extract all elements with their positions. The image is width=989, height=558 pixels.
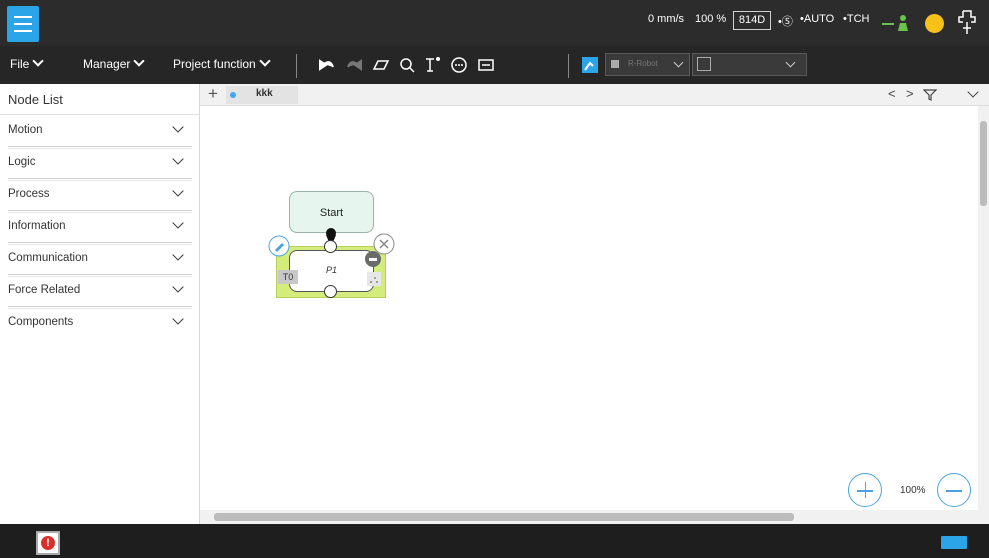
status-light-icon[interactable]: [925, 14, 944, 33]
sidebar-item-communication[interactable]: Communication: [8, 243, 192, 277]
sidebar-item-components[interactable]: Components: [8, 307, 192, 339]
chevron-down-icon: [673, 57, 684, 68]
flow-canvas[interactable]: [200, 106, 979, 510]
alarm-icon[interactable]: !: [36, 531, 60, 555]
scroll-thumb[interactable]: [214, 513, 794, 521]
tool-indicator: •TCH: [843, 13, 870, 25]
scroll-thumb[interactable]: [980, 121, 987, 206]
robot-arm-status-icon[interactable]: [882, 13, 914, 33]
tool-tag: T0: [278, 270, 298, 284]
keyboard-icon[interactable]: [941, 536, 967, 549]
input-port[interactable]: [324, 240, 337, 253]
redo-icon[interactable]: [345, 55, 365, 75]
chevron-down-icon: [172, 121, 184, 133]
status-code-badge[interactable]: 814D: [733, 11, 771, 30]
filter-icon[interactable]: [923, 88, 937, 102]
chevron-down-icon: [172, 217, 184, 229]
manager-menu[interactable]: Manager: [83, 55, 146, 71]
chevron-down-icon: [172, 153, 184, 165]
node-list-panel: Node List Motion Logic Process Informati…: [0, 84, 200, 524]
robot-connection-icon[interactable]: [952, 8, 982, 36]
chevron-down-icon: [172, 281, 184, 293]
chevron-down-icon[interactable]: [967, 86, 979, 98]
safety-indicator: •Ⓢ: [778, 16, 793, 28]
bottom-bar: !: [0, 524, 989, 558]
zoom-out-button[interactable]: [937, 473, 971, 507]
zoom-in-button[interactable]: [848, 473, 882, 507]
tab-next-button[interactable]: >: [906, 86, 914, 101]
modified-dot-icon: [230, 92, 236, 98]
sidebar-item-process[interactable]: Process: [8, 179, 192, 213]
node-list-title: Node List: [8, 92, 63, 107]
divider: [296, 54, 297, 78]
teach-point-icon[interactable]: [422, 55, 442, 75]
search-icon[interactable]: [397, 55, 417, 75]
speed-readout: 0 mm/s: [648, 13, 685, 25]
eraser-icon[interactable]: [371, 55, 391, 75]
hamburger-menu-icon[interactable]: [7, 6, 39, 42]
robot-select-icon: [611, 60, 619, 68]
file-menu[interactable]: File: [10, 55, 45, 71]
settings-icon[interactable]: [364, 250, 382, 268]
sidebar-item-logic[interactable]: Logic: [8, 147, 192, 181]
sidebar-item-motion[interactable]: Motion: [8, 115, 192, 149]
project-tab-bar: + kkk < >: [200, 84, 989, 106]
menu-toolbar: File Manager Project function R-Robot: [0, 46, 989, 84]
tab-prev-button[interactable]: <: [888, 86, 896, 101]
robot-view-icon[interactable]: [582, 57, 598, 73]
resize-handle-icon[interactable]: [367, 272, 381, 286]
vertical-scrollbar[interactable]: [978, 106, 989, 524]
undo-icon[interactable]: [316, 55, 336, 75]
tab-kkk[interactable]: kkk: [226, 86, 298, 104]
sidebar-item-force-related[interactable]: Force Related: [8, 275, 192, 309]
chevron-down-icon: [785, 57, 796, 68]
variables-icon[interactable]: [476, 55, 496, 75]
add-tab-button[interactable]: +: [208, 84, 218, 104]
sidebar-item-information[interactable]: Information: [8, 211, 192, 245]
top-status-bar: 0 mm/s 100 % 814D •Ⓢ •AUTO •TCH: [0, 0, 989, 46]
divider: [568, 54, 569, 78]
tool-select-icon: [697, 57, 711, 71]
chevron-down-icon: [172, 185, 184, 197]
project-function-menu[interactable]: Project function: [173, 55, 271, 71]
zoom-level: 100%: [900, 485, 926, 496]
horizontal-scrollbar[interactable]: [200, 510, 978, 524]
edit-icon[interactable]: [268, 235, 290, 257]
mode-indicator: •AUTO: [800, 13, 835, 25]
output-port[interactable]: [324, 285, 337, 298]
tool-select-dropdown[interactable]: [692, 53, 807, 76]
speed-percent: 100 %: [695, 13, 727, 25]
comment-icon[interactable]: [449, 55, 469, 75]
robot-select-dropdown[interactable]: R-Robot: [605, 53, 690, 76]
chevron-down-icon: [172, 249, 184, 261]
chevron-down-icon: [172, 313, 184, 325]
